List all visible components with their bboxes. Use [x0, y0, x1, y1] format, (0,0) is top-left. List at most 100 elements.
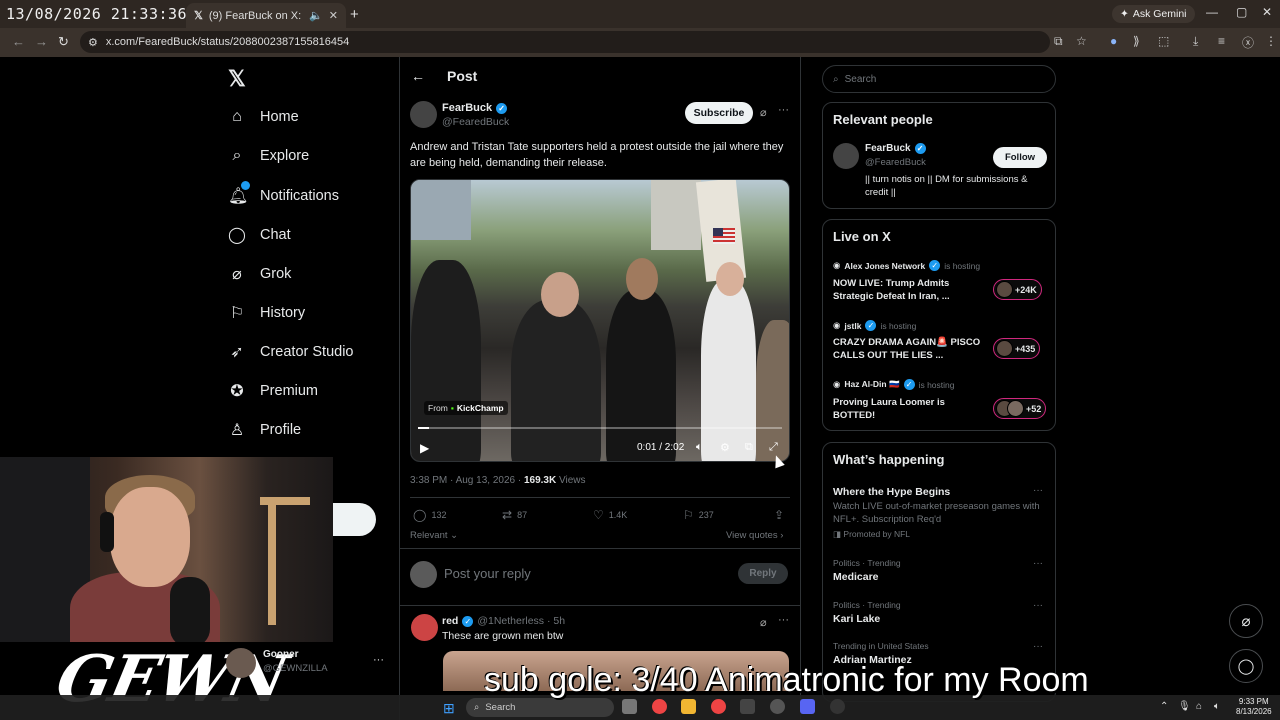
more-options-icon[interactable]: ···	[1033, 558, 1043, 569]
trend-name[interactable]: Where the Hype Begins	[833, 486, 950, 498]
video-player[interactable]	[410, 179, 790, 462]
app-icon[interactable]	[740, 699, 755, 714]
account-avatar[interactable]	[226, 648, 256, 678]
reload-icon[interactable]: ↻	[58, 34, 69, 50]
nav-profile[interactable]: ♙ Profile	[228, 420, 301, 440]
nav-premium[interactable]: ✪ Premium	[228, 381, 318, 401]
account-name[interactable]: Gooner	[263, 649, 299, 660]
grok-explain-icon[interactable]: ⌀	[760, 106, 767, 119]
more-options-icon[interactable]: ···	[778, 104, 789, 116]
speaker-icon[interactable]: 🔈	[309, 9, 323, 22]
browser-menu-icon[interactable]: ⋮	[1265, 34, 1277, 48]
profile-icon[interactable]: ⓧ	[1242, 34, 1254, 51]
close-window-icon[interactable]: ✕	[1262, 5, 1272, 19]
grok-explain-icon[interactable]: ⌀	[760, 616, 767, 629]
ask-gemini-button[interactable]: ✦ Ask Gemini	[1112, 5, 1195, 23]
nav-chat[interactable]: ◯ Chat	[228, 225, 291, 245]
extensions-puzzle-icon[interactable]: ⬚	[1158, 34, 1169, 48]
reply-avatar[interactable]	[411, 614, 438, 641]
follow-button[interactable]: Follow	[993, 147, 1047, 168]
share-action[interactable]: ⇪	[774, 508, 784, 522]
author-avatar[interactable]	[410, 101, 437, 128]
browser-tab[interactable]: 𝕏 (9) FearBuck on X: "Andrew 🔈 ✕	[186, 3, 346, 28]
clock-app-icon[interactable]	[770, 699, 785, 714]
taskbar-search[interactable]: ⌕ Search	[466, 698, 614, 717]
more-options-icon[interactable]: ···	[1033, 485, 1043, 496]
post-button[interactable]	[333, 503, 376, 536]
person-avatar[interactable]	[833, 143, 859, 169]
url-field[interactable]: ⚙ x.com/FearedBuck/status/20880023871558…	[80, 31, 1050, 53]
new-tab-button[interactable]: +	[350, 6, 359, 23]
view-quotes-link[interactable]: View quotes ›	[726, 530, 783, 541]
maximize-icon[interactable]: ▢	[1236, 5, 1247, 19]
reply-input[interactable]: Post your reply	[444, 566, 531, 581]
site-info-icon[interactable]: ⚙	[88, 36, 98, 49]
live-host[interactable]: ◉ jstlk ✓ is hosting	[833, 320, 916, 331]
windows-start-icon[interactable]: ⊞	[443, 700, 455, 717]
more-options-icon[interactable]: ···	[1033, 600, 1043, 611]
back-icon[interactable]: ←	[12, 34, 25, 49]
chrome-icon[interactable]	[652, 699, 667, 714]
reply-action[interactable]: ◯ 132	[413, 508, 446, 522]
app-icon[interactable]	[711, 699, 726, 714]
like-action[interactable]: ♡ 1.4K	[593, 508, 627, 522]
video-source-tag[interactable]: From ▪ KickChamp	[424, 401, 508, 415]
person-name[interactable]: FearBuck ✓	[865, 143, 926, 154]
author-handle[interactable]: @FearedBuck	[442, 116, 509, 128]
bookmark-star-icon[interactable]: ☆	[1076, 34, 1087, 48]
network-icon[interactable]: ⌂	[1196, 701, 1202, 712]
back-arrow-icon[interactable]: ←	[411, 68, 425, 84]
account-handle[interactable]: @GEWNZILLA	[263, 663, 328, 674]
settings-gear-icon[interactable]: ⚙	[720, 441, 730, 454]
task-view-icon[interactable]	[622, 699, 637, 714]
download-icon[interactable]: ⤓	[1193, 34, 1198, 49]
live-title[interactable]: Proving Laura Loomer is BOTTED!	[833, 396, 983, 422]
grok-float-button[interactable]: ⌀	[1229, 604, 1263, 638]
subscribe-button[interactable]: Subscribe	[685, 102, 753, 124]
trend-name[interactable]: Kari Lake	[833, 613, 880, 625]
live-listeners-badge[interactable]: +435	[993, 338, 1041, 359]
live-host[interactable]: ◉ Alex Jones Network ✓ is hosting	[833, 260, 980, 271]
media-player-icon[interactable]	[830, 699, 845, 714]
live-listeners-badge[interactable]: +52	[993, 398, 1047, 419]
microphone-icon[interactable]: 🎙︎	[1178, 701, 1191, 712]
fullscreen-icon[interactable]: ⤢	[769, 441, 778, 454]
tray-chevron-icon[interactable]: ⌃	[1160, 701, 1168, 712]
bookmark-action[interactable]: ⚐ 237	[683, 508, 714, 522]
account-more-icon[interactable]: ···	[373, 654, 384, 666]
live-listeners-badge[interactable]: +24K	[993, 279, 1042, 300]
video-progress-bar[interactable]	[418, 427, 782, 429]
cast-icon[interactable]: ⧉	[1054, 34, 1063, 49]
file-explorer-icon[interactable]	[681, 699, 696, 714]
nav-home[interactable]: ⌂ Home	[228, 108, 299, 126]
reading-list-icon[interactable]: ≡	[1218, 34, 1225, 48]
messages-float-button[interactable]: ◯	[1229, 649, 1263, 683]
person-handle[interactable]: @FearedBuck	[865, 157, 926, 168]
search-input[interactable]: ⌕ Search	[822, 65, 1056, 93]
live-title[interactable]: CRAZY DRAMA AGAIN🚨 PISCO CALLS OUT THE L…	[833, 336, 983, 362]
translate-icon[interactable]: ⟫	[1133, 34, 1140, 48]
nav-history[interactable]: ⚐ History	[228, 303, 305, 323]
picture-in-picture-icon[interactable]: ⧉	[745, 441, 753, 454]
live-host[interactable]: ◉ Haz Al-Din 🇷🇺 ✓ is hosting	[833, 379, 954, 390]
play-icon[interactable]: ▶	[420, 441, 429, 455]
nav-creator-studio[interactable]: ➶ Creator Studio	[228, 342, 353, 362]
volume-icon[interactable]: 🔈︎	[696, 441, 703, 454]
more-options-icon[interactable]: ···	[1033, 641, 1043, 652]
nav-notifications[interactable]: 🔔︎ Notifications	[228, 181, 339, 206]
system-clock[interactable]: 9:33 PM 8/13/2026	[1236, 697, 1272, 717]
tab-close-icon[interactable]: ✕	[329, 9, 338, 22]
minimize-icon[interactable]: —	[1206, 5, 1218, 19]
nav-grok[interactable]: ⌀ Grok	[228, 264, 291, 284]
repost-action[interactable]: ⇄ 87	[502, 508, 527, 522]
nav-explore[interactable]: ⌕ Explore	[228, 147, 310, 165]
live-title[interactable]: NOW LIVE: Trump Admits Strategic Defeat …	[833, 277, 983, 303]
x-logo-icon[interactable]: 𝕏	[228, 66, 246, 92]
more-options-icon[interactable]: ···	[778, 614, 789, 626]
reply-sort-dropdown[interactable]: Relevant ⌄	[410, 530, 458, 541]
forward-icon[interactable]: →	[35, 34, 48, 49]
volume-icon[interactable]: 🔈︎	[1214, 701, 1220, 712]
reply-button[interactable]: Reply	[738, 563, 788, 584]
extension-icon[interactable]: ●	[1110, 34, 1117, 48]
discord-icon[interactable]	[800, 699, 815, 714]
